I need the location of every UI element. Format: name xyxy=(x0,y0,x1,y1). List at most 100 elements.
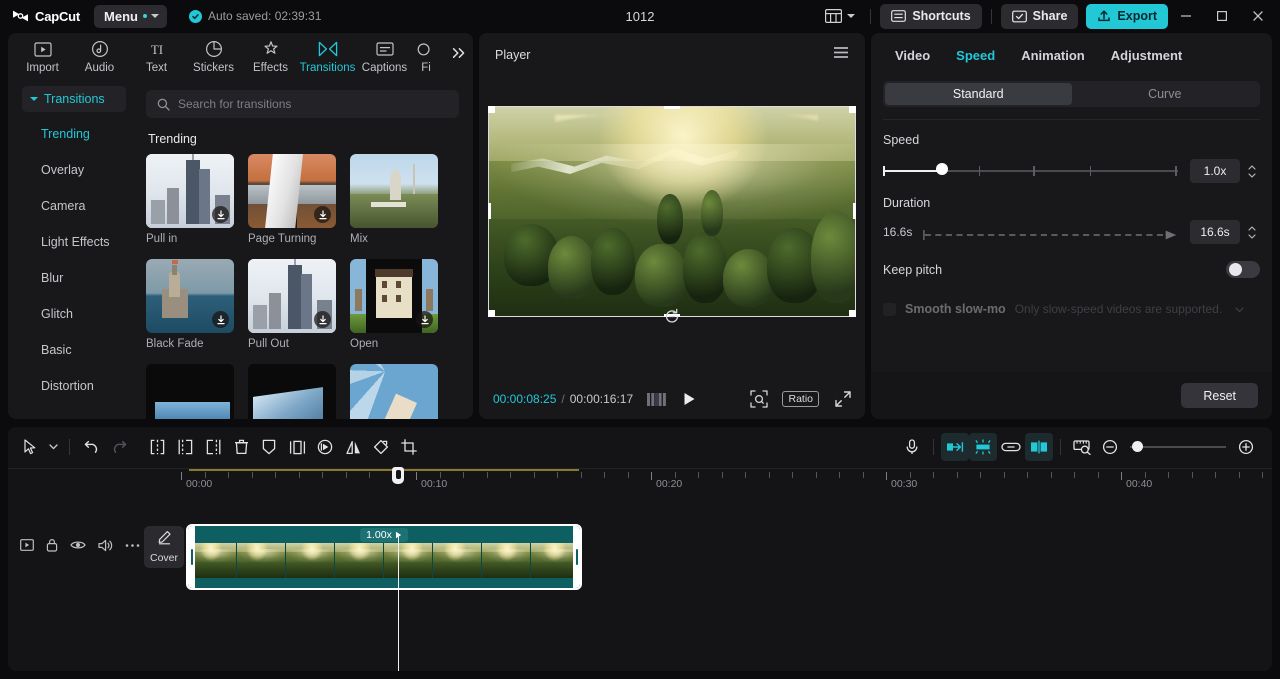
trim-left-icon[interactable] xyxy=(171,433,199,461)
playhead-handle[interactable] xyxy=(392,467,404,484)
duration-stepper[interactable] xyxy=(1244,225,1260,239)
sidebar-item-overlay[interactable]: Overlay xyxy=(8,152,136,188)
resize-handle[interactable] xyxy=(853,203,856,219)
transition-thumbnail[interactable] xyxy=(248,154,336,228)
clip-trim-handle-right[interactable] xyxy=(573,526,580,588)
split-view-icon[interactable] xyxy=(1025,433,1053,461)
clip-trim-handle-left[interactable] xyxy=(188,526,195,588)
share-button[interactable]: Share xyxy=(1000,3,1079,29)
resize-handle[interactable] xyxy=(849,309,856,317)
tab-transitions[interactable]: Transitions xyxy=(299,35,356,79)
undo-icon[interactable] xyxy=(77,433,105,461)
resize-handle[interactable] xyxy=(849,105,856,113)
transition-item[interactable]: Pull in xyxy=(146,154,234,245)
timeline-clip[interactable]: 1.00x xyxy=(186,524,582,590)
download-icon[interactable] xyxy=(212,206,229,223)
transition-thumbnail[interactable] xyxy=(350,154,438,228)
quality-bars-icon[interactable] xyxy=(647,392,667,406)
magnetic-snap-icon[interactable] xyxy=(941,433,969,461)
export-button[interactable]: Export xyxy=(1086,3,1168,29)
redo-icon[interactable] xyxy=(105,433,133,461)
transition-item[interactable]: Page Turning xyxy=(248,154,336,245)
tab-filters[interactable]: Fi xyxy=(413,35,439,79)
transition-item[interactable]: Black Fade xyxy=(146,259,234,350)
transition-item[interactable]: Open xyxy=(350,259,438,350)
transition-thumbnail[interactable] xyxy=(146,259,234,333)
category-group-transitions[interactable]: Transitions xyxy=(22,86,126,112)
smooth-slowmo-row[interactable]: Smooth slow-mo Only slow-speed videos ar… xyxy=(883,300,1260,318)
smooth-slowmo-checkbox[interactable] xyxy=(883,302,896,316)
maximize-button[interactable] xyxy=(1204,0,1240,32)
video-track-icon[interactable] xyxy=(20,539,34,551)
preview-ruler-icon[interactable] xyxy=(1068,433,1096,461)
download-icon[interactable] xyxy=(212,311,229,328)
tab-audio[interactable]: Audio xyxy=(71,35,128,79)
sidebar-item-distortion[interactable]: Distortion xyxy=(8,368,136,404)
sidebar-item-blur[interactable]: Blur xyxy=(8,260,136,296)
transition-thumbnail[interactable] xyxy=(248,364,336,419)
layout-button[interactable] xyxy=(819,6,861,26)
close-button[interactable] xyxy=(1240,0,1276,32)
timeline-ruler[interactable]: 00:00 00:10 00:20 00:30 00:40 xyxy=(8,467,1272,493)
tab-effects[interactable]: Effects xyxy=(242,35,299,79)
transition-thumbnail[interactable] xyxy=(248,259,336,333)
lock-icon[interactable] xyxy=(46,538,58,552)
ratio-button[interactable]: Ratio xyxy=(782,391,819,407)
zoom-slider[interactable] xyxy=(1130,440,1226,454)
eye-icon[interactable] xyxy=(70,539,86,551)
sidebar-item-light-effects[interactable]: Light Effects xyxy=(8,224,136,260)
download-icon[interactable] xyxy=(314,206,331,223)
reset-rotation-icon[interactable] xyxy=(664,308,681,330)
chevron-down-icon[interactable] xyxy=(1235,300,1244,318)
delete-icon[interactable] xyxy=(227,433,255,461)
shortcuts-button[interactable]: Shortcuts xyxy=(880,3,982,29)
split-icon[interactable] xyxy=(143,433,171,461)
trim-right-icon[interactable] xyxy=(199,433,227,461)
transition-thumbnail[interactable] xyxy=(146,154,234,228)
sidebar-item-trending[interactable]: Trending xyxy=(8,116,136,152)
sidebar-item-glitch[interactable]: Glitch xyxy=(8,296,136,332)
select-cursor-icon[interactable] xyxy=(16,433,44,461)
zoom-out-icon[interactable] xyxy=(1096,433,1124,461)
crop-icon[interactable] xyxy=(395,433,423,461)
link-icon[interactable] xyxy=(997,433,1025,461)
microphone-icon[interactable] xyxy=(898,433,926,461)
zoom-in-icon[interactable] xyxy=(1232,433,1260,461)
minimize-button[interactable] xyxy=(1168,0,1204,32)
reset-button[interactable]: Reset xyxy=(1181,383,1258,408)
chevron-double-right-icon[interactable] xyxy=(451,46,467,65)
more-icon[interactable] xyxy=(125,543,140,548)
search-input[interactable] xyxy=(178,97,448,111)
tab-adjustment[interactable]: Adjustment xyxy=(1111,48,1183,63)
speed-mode-curve[interactable]: Curve xyxy=(1072,83,1259,105)
reverse-icon[interactable] xyxy=(311,433,339,461)
resize-handle[interactable] xyxy=(488,309,495,317)
marker-icon[interactable] xyxy=(255,433,283,461)
speaker-icon[interactable] xyxy=(98,539,113,552)
zoom-slider-knob[interactable] xyxy=(1132,441,1143,452)
clip-speed-badge[interactable]: 1.00x xyxy=(360,528,408,542)
resize-handle[interactable] xyxy=(664,105,680,109)
tab-stickers[interactable]: Stickers xyxy=(185,35,242,79)
tab-captions[interactable]: Captions xyxy=(356,35,413,79)
speed-slider-knob[interactable] xyxy=(936,163,948,175)
speed-mode-standard[interactable]: Standard xyxy=(885,83,1072,105)
transition-item[interactable] xyxy=(350,364,438,419)
duration-value-input[interactable]: 16.6s xyxy=(1190,220,1240,244)
transition-item[interactable] xyxy=(146,364,234,419)
download-icon[interactable] xyxy=(314,311,331,328)
menu-button[interactable]: Menu xyxy=(94,4,167,28)
sidebar-item-basic[interactable]: Basic xyxy=(8,332,136,368)
keep-pitch-toggle[interactable] xyxy=(1226,261,1260,278)
transition-item[interactable]: Pull Out xyxy=(248,259,336,350)
search-bar[interactable] xyxy=(146,90,459,118)
transition-item[interactable]: Mix xyxy=(350,154,438,245)
fullscreen-icon[interactable] xyxy=(835,391,851,407)
tab-video[interactable]: Video xyxy=(895,48,930,63)
resize-handle[interactable] xyxy=(488,105,495,113)
tab-import[interactable]: Import xyxy=(14,35,71,79)
mirror-icon[interactable] xyxy=(339,433,367,461)
transition-thumbnail[interactable] xyxy=(350,259,438,333)
play-button[interactable] xyxy=(683,392,696,406)
cursor-mode-dropdown[interactable] xyxy=(44,433,62,461)
